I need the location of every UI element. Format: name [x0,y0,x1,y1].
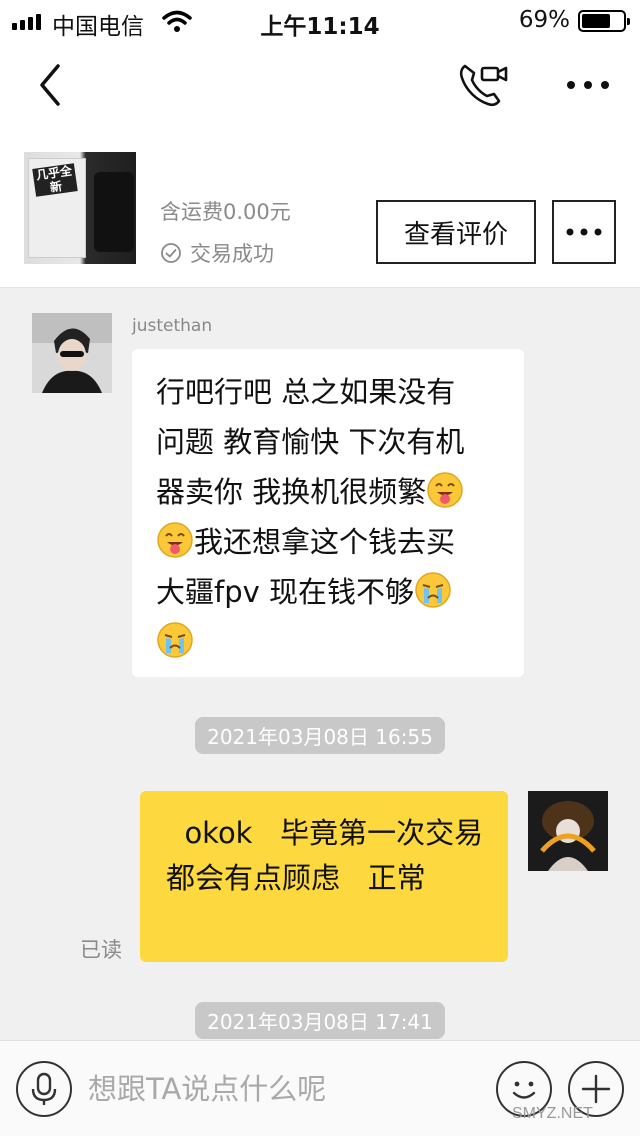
status-bar: 中国电信 上午11:14 69% [0,0,640,42]
sender-name: justethan [132,316,213,336]
product-tag: 几乎全新 [32,163,78,197]
message-bubble-outgoing[interactable]: okok 毕竟第一次交易 都会有点顾虑 正常 [140,791,508,962]
timestamp-text: 2021年03月08日 16:55 [195,717,445,754]
product-bar: 几乎全新 含运费0.00元 交易成功 查看评价 [0,130,640,288]
voice-button[interactable] [16,1061,72,1117]
crying-emoji-icon [157,622,193,658]
timestamp: 2021年03月08日 17:41 [0,1002,640,1039]
product-more-button[interactable] [552,200,616,264]
avatar[interactable] [32,313,112,393]
message-line: 行吧行吧 总之如果没有 [156,375,456,409]
message-line: 我还想拿这个钱去买 [194,525,456,559]
battery-percent: 69% [518,7,570,33]
read-receipt: 已读 [80,938,122,962]
timestamp-text: 2021年03月08日 17:41 [195,1002,445,1039]
watermark-text: SMYZ.NET [512,1105,593,1122]
crying-emoji-icon [415,572,451,608]
check-circle-icon [161,243,181,263]
trade-status-text: 交易成功 [190,242,274,266]
nav-bar [0,42,640,130]
video-call-icon[interactable] [456,60,512,110]
message-line: 大疆fpv 现在钱不够 [156,575,414,609]
timestamp: 2021年03月08日 16:55 [0,717,640,754]
avatar[interactable] [528,791,608,871]
input-bar: SMYZ.NET [0,1040,640,1136]
tongue-emoji-icon [427,472,463,508]
more-icon[interactable] [562,70,614,100]
view-review-button[interactable]: 查看评价 [376,200,536,264]
battery-icon [578,10,630,32]
message-input[interactable] [88,1059,478,1119]
price-text: 含运费0.00元 [160,200,291,224]
microphone-icon [31,1072,57,1105]
message-line: 器卖你 我换机很频繁 [156,475,427,509]
trade-status: 交易成功 [160,238,274,268]
more-icon [566,228,602,236]
tongue-emoji-icon [157,522,193,558]
message-bubble-incoming[interactable]: 行吧行吧 总之如果没有 问题 教育愉快 下次有机 器卖你 我换机很频繁 我还想拿… [132,349,524,677]
product-thumbnail[interactable]: 几乎全新 [24,152,136,264]
message-line: 问题 教育愉快 下次有机 [156,425,465,459]
chevron-left-icon[interactable] [32,60,72,110]
